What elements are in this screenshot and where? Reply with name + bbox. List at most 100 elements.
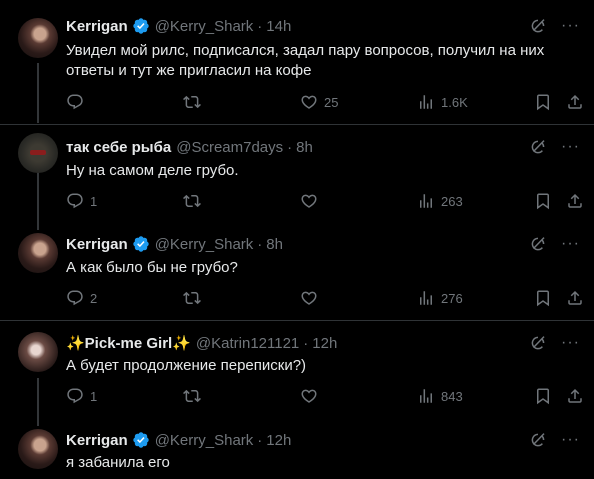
reply-icon xyxy=(66,192,84,210)
thread-connector xyxy=(37,378,39,426)
share-button[interactable] xyxy=(566,288,584,308)
user-handle[interactable]: @Kerry_Shark xyxy=(155,432,254,449)
retweet-button[interactable] xyxy=(183,386,207,406)
reply-icon xyxy=(66,387,84,405)
share-icon xyxy=(566,192,584,210)
reply-count: 1 xyxy=(90,193,98,209)
user-handle[interactable]: @Scream7days xyxy=(176,139,283,156)
display-name[interactable]: Kerrigan xyxy=(66,236,128,253)
views-count: 1.6K xyxy=(441,94,468,110)
tweet-header: ✨Pick-me Girl✨ @Katrin121121 · 12h xyxy=(66,333,337,353)
views-button[interactable]: 263 xyxy=(417,191,463,211)
more-icon[interactable]: ··· xyxy=(561,432,580,448)
views-button[interactable]: 843 xyxy=(417,386,463,406)
reply-button[interactable]: 2 xyxy=(66,288,97,308)
avatar[interactable] xyxy=(18,18,58,58)
reply-icon xyxy=(66,93,84,111)
tweet-header: Kerrigan @Kerry_Shark · 12h xyxy=(66,430,291,450)
share-button[interactable] xyxy=(566,386,584,406)
bookmark-button[interactable] xyxy=(534,288,552,308)
action-bar: 2 276 xyxy=(66,288,586,308)
display-name[interactable]: ✨Pick-me Girl✨ xyxy=(66,334,191,352)
retweet-icon xyxy=(183,192,201,210)
reply-count: 1 xyxy=(90,388,98,404)
like-button[interactable] xyxy=(300,288,324,308)
views-icon xyxy=(417,387,435,405)
tweet-text: А будет продолжение переписки?) xyxy=(66,357,307,374)
more-icon[interactable]: ··· xyxy=(561,139,580,155)
retweet-icon xyxy=(183,289,201,307)
bookmark-button[interactable] xyxy=(534,92,552,112)
user-handle[interactable]: @Kerry_Shark xyxy=(155,236,254,253)
user-handle[interactable]: @Kerry_Shark xyxy=(155,18,254,35)
views-button[interactable]: 1.6K xyxy=(417,92,468,112)
more-icon[interactable]: ··· xyxy=(561,335,580,351)
views-icon xyxy=(417,93,435,111)
reply-count: 2 xyxy=(90,290,98,306)
tweet-text: я забанила его xyxy=(66,454,170,471)
reply-button[interactable] xyxy=(66,92,90,112)
thread-connector xyxy=(37,63,39,123)
avatar[interactable] xyxy=(18,233,58,273)
display-name[interactable]: Kerrigan xyxy=(66,432,128,449)
display-name[interactable]: Kerrigan xyxy=(66,18,128,35)
timestamp[interactable]: 12h xyxy=(312,335,337,352)
bookmark-button[interactable] xyxy=(534,191,552,211)
thread-connector xyxy=(37,170,39,230)
avatar[interactable] xyxy=(18,133,58,173)
grok-icon[interactable] xyxy=(529,431,547,449)
timestamp[interactable]: 14h xyxy=(266,18,291,35)
like-icon xyxy=(300,192,318,210)
more-icon[interactable]: ··· xyxy=(561,18,580,34)
tweet-text: Ну на самом деле грубо. xyxy=(66,162,239,179)
like-icon xyxy=(300,289,318,307)
timestamp[interactable]: 8h xyxy=(296,139,313,156)
avatar[interactable] xyxy=(18,332,58,372)
share-icon xyxy=(566,289,584,307)
retweet-button[interactable] xyxy=(183,191,207,211)
views-icon xyxy=(417,289,435,307)
user-handle[interactable]: @Katrin121121 xyxy=(196,335,299,352)
like-button[interactable] xyxy=(300,386,324,406)
action-bar: 1 263 xyxy=(66,191,586,211)
grok-icon[interactable] xyxy=(529,334,547,352)
retweet-button[interactable] xyxy=(183,288,207,308)
like-icon xyxy=(300,93,318,111)
tweet-header: Kerrigan @Kerry_Shark · 14h xyxy=(66,16,291,36)
separator-dot: · xyxy=(257,17,263,35)
bookmark-icon xyxy=(534,93,552,111)
grok-icon[interactable] xyxy=(529,235,547,253)
separator-dot: · xyxy=(257,235,263,253)
reply-button[interactable]: 1 xyxy=(66,386,97,406)
bookmark-icon xyxy=(534,192,552,210)
bookmark-icon xyxy=(534,387,552,405)
bookmark-icon xyxy=(534,289,552,307)
views-button[interactable]: 276 xyxy=(417,288,463,308)
tweet-divider xyxy=(0,320,594,321)
share-button[interactable] xyxy=(566,191,584,211)
timestamp[interactable]: 12h xyxy=(266,432,291,449)
retweet-button[interactable] xyxy=(183,92,207,112)
verified-badge-icon xyxy=(132,431,150,449)
views-count: 276 xyxy=(441,290,463,306)
more-icon[interactable]: ··· xyxy=(561,236,580,252)
timestamp[interactable]: 8h xyxy=(266,236,283,253)
grok-icon[interactable] xyxy=(529,138,547,156)
views-icon xyxy=(417,192,435,210)
grok-icon[interactable] xyxy=(529,17,547,35)
bookmark-button[interactable] xyxy=(534,386,552,406)
like-button[interactable]: 25 xyxy=(300,92,338,112)
like-button[interactable] xyxy=(300,191,324,211)
share-button[interactable] xyxy=(566,92,584,112)
display-name[interactable]: так себе рыба xyxy=(66,139,171,156)
verified-badge-icon xyxy=(132,235,150,253)
avatar[interactable] xyxy=(18,429,58,469)
tweet-header: так себе рыба @Scream7days · 8h xyxy=(66,137,313,157)
views-count: 843 xyxy=(441,388,463,404)
reply-button[interactable]: 1 xyxy=(66,191,97,211)
retweet-icon xyxy=(183,93,201,111)
tweet-text: А как было бы не грубо? xyxy=(66,259,238,276)
verified-badge-icon xyxy=(132,17,150,35)
separator-dot: · xyxy=(257,431,263,449)
action-bar: 1 843 xyxy=(66,386,586,406)
